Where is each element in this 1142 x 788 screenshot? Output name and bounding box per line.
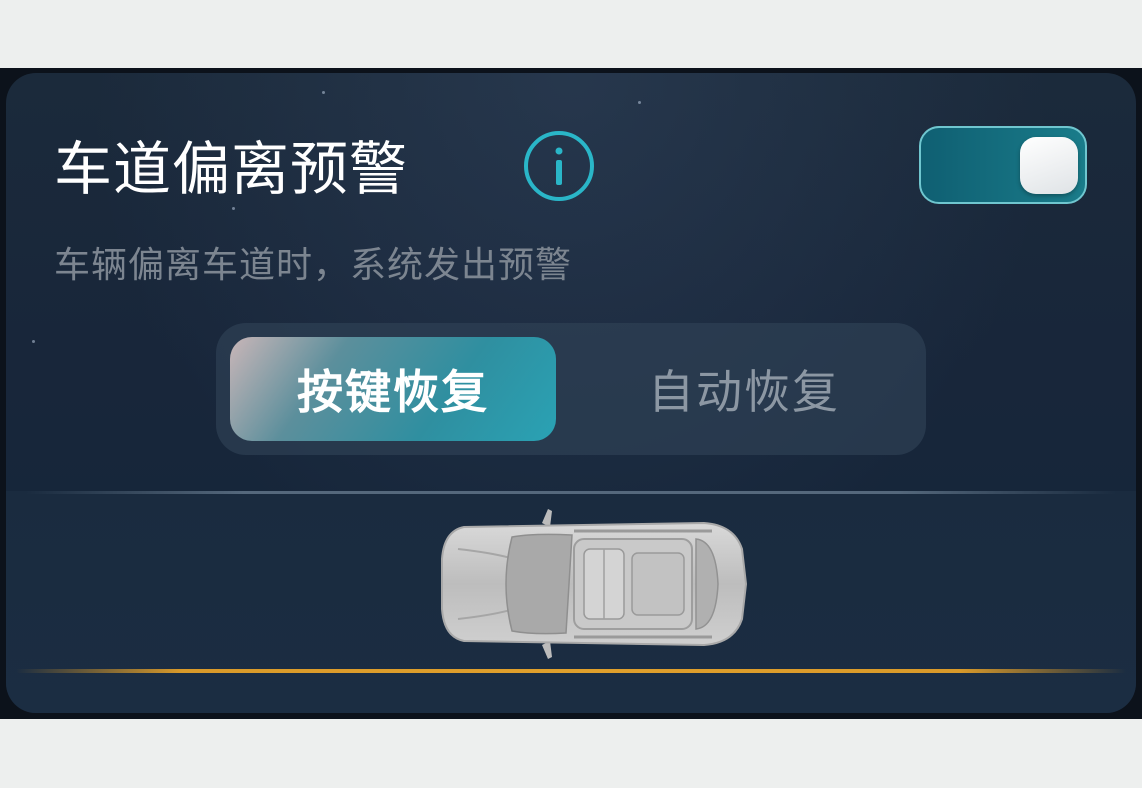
lane-line-bottom-warning bbox=[16, 669, 1126, 673]
lane-departure-toggle[interactable] bbox=[919, 126, 1087, 204]
info-icon[interactable] bbox=[522, 129, 596, 203]
lane-line-top bbox=[26, 491, 1116, 494]
recovery-mode-button-auto[interactable]: 自动恢复 bbox=[576, 337, 912, 441]
page-title: 车道偏离预警 bbox=[54, 135, 409, 203]
background-star bbox=[322, 91, 325, 94]
feature-description: 车辆偏离车道时，系统发出预警 bbox=[54, 245, 573, 286]
background-star bbox=[638, 101, 641, 104]
background-star bbox=[32, 340, 35, 343]
background-star bbox=[232, 207, 235, 210]
car-icon bbox=[441, 509, 748, 659]
recovery-mode-selector: 按键恢复 自动恢复 bbox=[216, 323, 926, 455]
panel-frame: 车道偏离预警 车辆偏离车道时，系统发出预警 按键恢复 自动恢复 bbox=[0, 68, 1142, 719]
lane-departure-card: 车道偏离预警 车辆偏离车道时，系统发出预警 按键恢复 自动恢复 bbox=[6, 73, 1136, 713]
toggle-knob bbox=[1020, 137, 1078, 194]
recovery-mode-button-key[interactable]: 按键恢复 bbox=[230, 337, 556, 441]
